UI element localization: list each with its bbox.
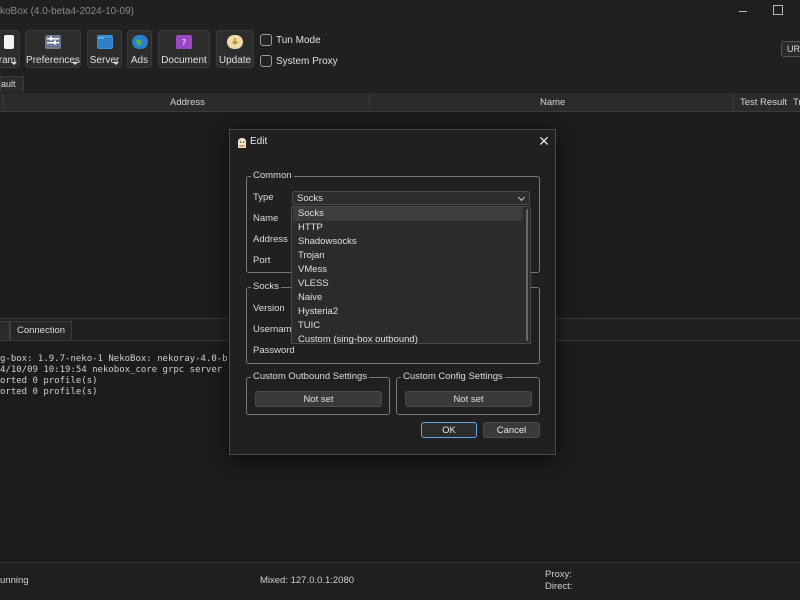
checkbox-box[interactable] [260,55,272,67]
type-option-vless[interactable]: VLESS [293,277,523,291]
tun-mode-label: Tun Mode [276,35,321,46]
type-label: Type [253,192,274,203]
group-tab[interactable]: ault [0,76,24,92]
minimize-icon[interactable] [736,4,750,18]
update-label: Update [218,55,252,66]
direct-status: Direct: [545,581,573,592]
update-button[interactable]: Update [216,30,254,68]
close-icon[interactable]: ✕ [536,133,552,149]
column-separator [369,95,370,110]
chevron-down-icon [113,62,119,65]
column-header-name[interactable]: Name [540,97,565,108]
port-label: Port [253,255,271,266]
program-button[interactable]: ram [0,30,20,68]
cancel-button[interactable]: Cancel [483,422,540,438]
type-option-vmess[interactable]: VMess [293,263,523,277]
type-option-socks[interactable]: Socks [293,207,523,221]
chevron-down-icon [11,62,17,65]
type-select[interactable]: Socks [292,191,530,205]
title-bar: koBox (4.0-beta4-2024-10-09) [0,0,800,24]
column-separator [733,95,734,110]
version-label: Version [253,303,285,314]
mixed-port-status: Mixed: 127.0.0.1:2080 [260,575,355,586]
svg-text:?: ? [182,38,186,47]
type-option-trojan[interactable]: Trojan [293,249,523,263]
tab-log[interactable] [0,321,10,340]
app-icon [237,137,247,149]
dropdown-scrollbar[interactable] [526,209,528,341]
column-separator [3,95,4,110]
password-label: Password [253,345,295,356]
running-status: unning [0,575,29,586]
custom-outbound-title: Custom Outbound Settings [251,371,370,382]
ok-button[interactable]: OK [421,422,477,438]
column-header-traffic[interactable]: Tr [793,97,800,108]
custom-outbound-button[interactable]: Not set [255,391,382,407]
url-button[interactable]: URL [781,41,800,57]
address-label: Address [253,234,288,245]
sliders-icon [45,35,61,49]
ads-button[interactable]: Ads [127,30,152,68]
folder-icon [96,35,113,49]
common-group-title: Common [251,170,294,181]
type-option-hysteria2[interactable]: Hysteria2 [293,305,523,319]
preferences-button[interactable]: Preferences [25,30,81,68]
type-option-http[interactable]: HTTP [293,221,523,235]
column-header-test-result[interactable]: Test Result [740,97,787,108]
log-line: g-box: 1.9.7-neko-1 NekoBox: nekoray-4.0… [0,354,228,364]
type-option-tuic[interactable]: TUIC [293,319,523,333]
type-option-naive[interactable]: Naive [293,291,523,305]
proxy-status: Proxy: [545,569,572,580]
column-header-address[interactable]: Address [170,97,205,108]
log-line: orted 0 profile(s) [0,376,98,386]
type-option-custom[interactable]: Custom (sing-box outbound) [293,333,523,347]
custom-config-title: Custom Config Settings [401,371,505,382]
type-select-value: Socks [297,193,323,204]
globe-icon [131,35,148,49]
system-proxy-label: System Proxy [276,56,338,67]
ads-label: Ads [130,55,149,66]
tab-connection[interactable]: Connection [10,321,72,340]
document-button[interactable]: ? Document [158,30,210,68]
dialog-title: Edit [250,136,268,147]
window-title: koBox (4.0-beta4-2024-10-09) [0,6,134,17]
edit-dialog: Edit ✕ Common Type Name Address Port Soc… [229,129,556,455]
type-option-shadowsocks[interactable]: Shadowsocks [293,235,523,249]
log-line: orted 0 profile(s) [0,387,98,397]
status-bar: unning Mixed: 127.0.0.1:2080 Proxy: Dire… [0,562,800,600]
document-icon: ? [176,35,192,49]
chevron-down-icon [517,193,526,202]
custom-config-button[interactable]: Not set [405,391,532,407]
type-dropdown-list[interactable]: Socks HTTP Shadowsocks Trojan VMess VLES… [291,206,531,347]
chevron-down-icon [72,62,78,65]
socks-group-title: Socks [251,281,281,292]
server-button[interactable]: Server [87,30,122,68]
log-line: 4/10/09 10:19:54 nekobox_core grpc serve… [0,365,223,375]
window-icon [4,35,14,49]
maximize-icon[interactable] [773,5,783,15]
document-label: Document [161,55,207,66]
table-header: Address Name Test Result Tr [0,93,800,112]
checkbox-box[interactable] [260,34,272,46]
name-label: Name [253,213,279,224]
update-icon [227,35,243,49]
